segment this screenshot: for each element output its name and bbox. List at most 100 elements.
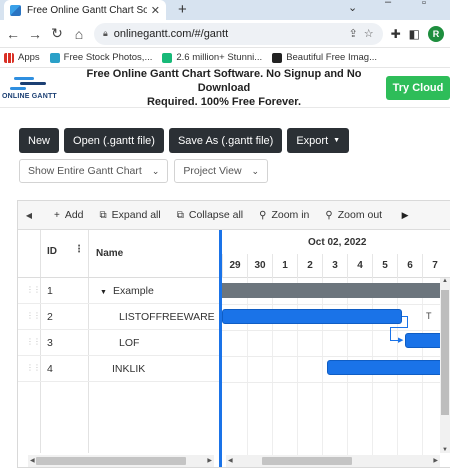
expand-all-button[interactable]: ⧉ Expand all: [100, 209, 161, 221]
column-header-name[interactable]: Name: [96, 248, 123, 259]
table-row[interactable]: ⋮⋮ 3 LOF: [18, 330, 219, 356]
button-label: Open (.gantt file): [73, 134, 155, 147]
toolbar-scroll-left-icon[interactable]: ◀: [18, 211, 40, 220]
tab-search-icon[interactable]: ⌄: [348, 1, 357, 14]
task-id: 4: [47, 363, 53, 375]
view-mode-select[interactable]: Project View ⌄: [174, 159, 269, 183]
try-cloud-button[interactable]: Try Cloud: [386, 75, 450, 100]
drag-handle-icon[interactable]: ⋮⋮: [26, 337, 41, 346]
export-button[interactable]: Export ▼: [287, 128, 350, 153]
new-button[interactable]: New: [19, 128, 60, 153]
collapse-icon: ⧉: [176, 209, 184, 221]
lock-icon[interactable]: 🔒︎: [103, 28, 108, 39]
day-cell: 3: [322, 254, 347, 278]
table-row[interactable]: ⋮⋮ 4 INKLIK: [18, 356, 219, 382]
table-row[interactable]: ⋮⋮ 1 ▼ Example: [18, 278, 219, 304]
zoom-out-icon: ⚲: [325, 209, 333, 221]
scroll-up-icon[interactable]: ▲: [442, 278, 448, 284]
scroll-left-icon[interactable]: ◀: [30, 457, 35, 464]
gantt-bar-inklik[interactable]: [327, 360, 450, 375]
add-task-button[interactable]: + Add: [54, 209, 84, 221]
site-logo[interactable]: ONLINE GANTT: [0, 68, 62, 108]
open-file-button[interactable]: Open (.gantt file): [64, 128, 164, 153]
day-cell: 4: [347, 254, 372, 278]
bookmark-label: Beautiful Free Imag...: [286, 52, 378, 63]
home-icon[interactable]: ⌂: [72, 26, 86, 42]
collapse-triangle-icon[interactable]: ▼: [100, 289, 107, 296]
bookmark-label: Apps: [18, 52, 40, 63]
chevron-down-icon: ⌄: [151, 165, 160, 176]
day-cell: 29: [222, 254, 247, 278]
site-header: ONLINE GANTT Free Online Gantt Chart Sof…: [0, 68, 450, 108]
close-tab-icon[interactable]: ✕: [151, 4, 160, 17]
zoom-in-button[interactable]: ⚲ Zoom in: [259, 209, 309, 221]
drag-handle-icon[interactable]: ⋮⋮: [26, 285, 41, 294]
dependency-link[interactable]: [390, 327, 391, 340]
task-id: 2: [47, 311, 53, 323]
side-panel-icon[interactable]: ◧: [409, 27, 420, 41]
column-header-id[interactable]: ID: [47, 246, 57, 257]
task-name: ▼ Example: [100, 285, 154, 297]
bookmark-item[interactable]: Free Stock Photos,...: [49, 52, 152, 63]
button-label: New: [28, 134, 51, 147]
scroll-down-icon[interactable]: ▼: [442, 447, 448, 453]
drag-handle-icon[interactable]: ⋮⋮: [26, 363, 41, 372]
column-menu-icon[interactable]: ⋮: [74, 244, 84, 255]
table-row[interactable]: ⋮⋮ 2 LISTOFFREEWARE: [18, 304, 219, 330]
timeline-area: Oct 02, 2022 29 30 1 2 3 4 5 6 7 T ▶ ▲ ▼…: [222, 230, 450, 467]
toolbar-label: Zoom in: [271, 209, 310, 221]
bookmark-item[interactable]: 2.6 million+ Stunni...: [162, 52, 262, 63]
drag-handle-icon[interactable]: ⋮⋮: [26, 311, 41, 320]
extensions-icon[interactable]: ✚: [391, 27, 401, 41]
scroll-left-icon[interactable]: ◀: [228, 457, 233, 464]
browser-tab-bar: Free Online Gantt Chart Software ✕ + ⌄ –…: [0, 0, 450, 20]
collapse-all-button[interactable]: ⧉ Collapse all: [177, 209, 243, 221]
dependency-link[interactable]: [390, 327, 408, 328]
forward-icon[interactable]: →: [28, 26, 42, 42]
scroll-thumb[interactable]: [36, 457, 186, 465]
bookmark-label: 2.6 million+ Stunni...: [176, 52, 263, 63]
scroll-right-icon[interactable]: ▶: [207, 457, 212, 464]
zoom-out-button[interactable]: ⚲ Zoom out: [325, 209, 382, 221]
dependency-arrow-icon: ▶: [398, 337, 404, 344]
timeline-horizontal-scrollbar[interactable]: ◀ ▶: [226, 455, 440, 467]
day-cell: 30: [247, 254, 272, 278]
reload-icon[interactable]: ↻: [50, 25, 64, 42]
view-range-select[interactable]: Show Entire Gantt Chart ⌄: [19, 159, 169, 183]
tab-title: Free Online Gantt Chart Software: [27, 4, 147, 16]
view-filters: Show Entire Gantt Chart ⌄ Project View ⌄: [19, 159, 269, 183]
scroll-thumb[interactable]: [262, 457, 352, 465]
bookmark-item[interactable]: Beautiful Free Imag...: [272, 52, 377, 63]
day-cell: 2: [297, 254, 322, 278]
timeline-vertical-scrollbar[interactable]: ▲ ▼: [440, 278, 450, 453]
dependency-link[interactable]: [407, 316, 408, 327]
gantt-bar-example[interactable]: [222, 283, 450, 298]
bookmark-favicon-icon: [272, 52, 283, 63]
back-icon[interactable]: ←: [6, 26, 20, 42]
toolbar-scroll-right-icon[interactable]: ▶: [394, 210, 416, 221]
select-value: Show Entire Gantt Chart: [28, 165, 142, 177]
maximize-icon[interactable]: ▫: [422, 0, 426, 9]
address-bar[interactable]: 🔒︎ onlinegantt.com/#/gantt ⇪ ☆: [94, 22, 383, 45]
new-tab-icon[interactable]: +: [178, 1, 187, 18]
bookmark-apps[interactable]: Apps: [4, 52, 40, 63]
scroll-thumb[interactable]: [441, 290, 449, 415]
grid-horizontal-scrollbar[interactable]: ◀ ▶: [28, 455, 214, 467]
tagline-line: Free Online Gantt Chart Software. No Sig…: [86, 67, 362, 94]
day-cell: 5: [372, 254, 397, 278]
timeline-month-label: Oct 02, 2022: [308, 237, 367, 248]
scroll-right-icon[interactable]: ▶: [433, 457, 438, 464]
save-as-button[interactable]: Save As (.gantt file): [168, 128, 283, 153]
bookmark-star-icon[interactable]: ☆: [364, 27, 374, 40]
toolbar-label: Add: [64, 209, 84, 221]
minimize-icon[interactable]: –: [385, 0, 391, 8]
bookmarks-bar: Apps Free Stock Photos,... 2.6 million+ …: [0, 48, 450, 68]
profile-avatar[interactable]: R: [428, 25, 444, 42]
share-icon[interactable]: ⇪: [349, 27, 358, 40]
browser-tab[interactable]: Free Online Gantt Chart Software ✕: [4, 0, 166, 20]
gantt-bar-listoffreeware[interactable]: [222, 309, 402, 324]
select-value: Project View: [183, 165, 242, 177]
browser-toolbar: ← → ↻ ⌂ 🔒︎ onlinegantt.com/#/gantt ⇪ ☆ ✚…: [0, 20, 450, 48]
logo-text: ONLINE GANTT: [2, 92, 57, 100]
task-id: 1: [47, 285, 53, 297]
